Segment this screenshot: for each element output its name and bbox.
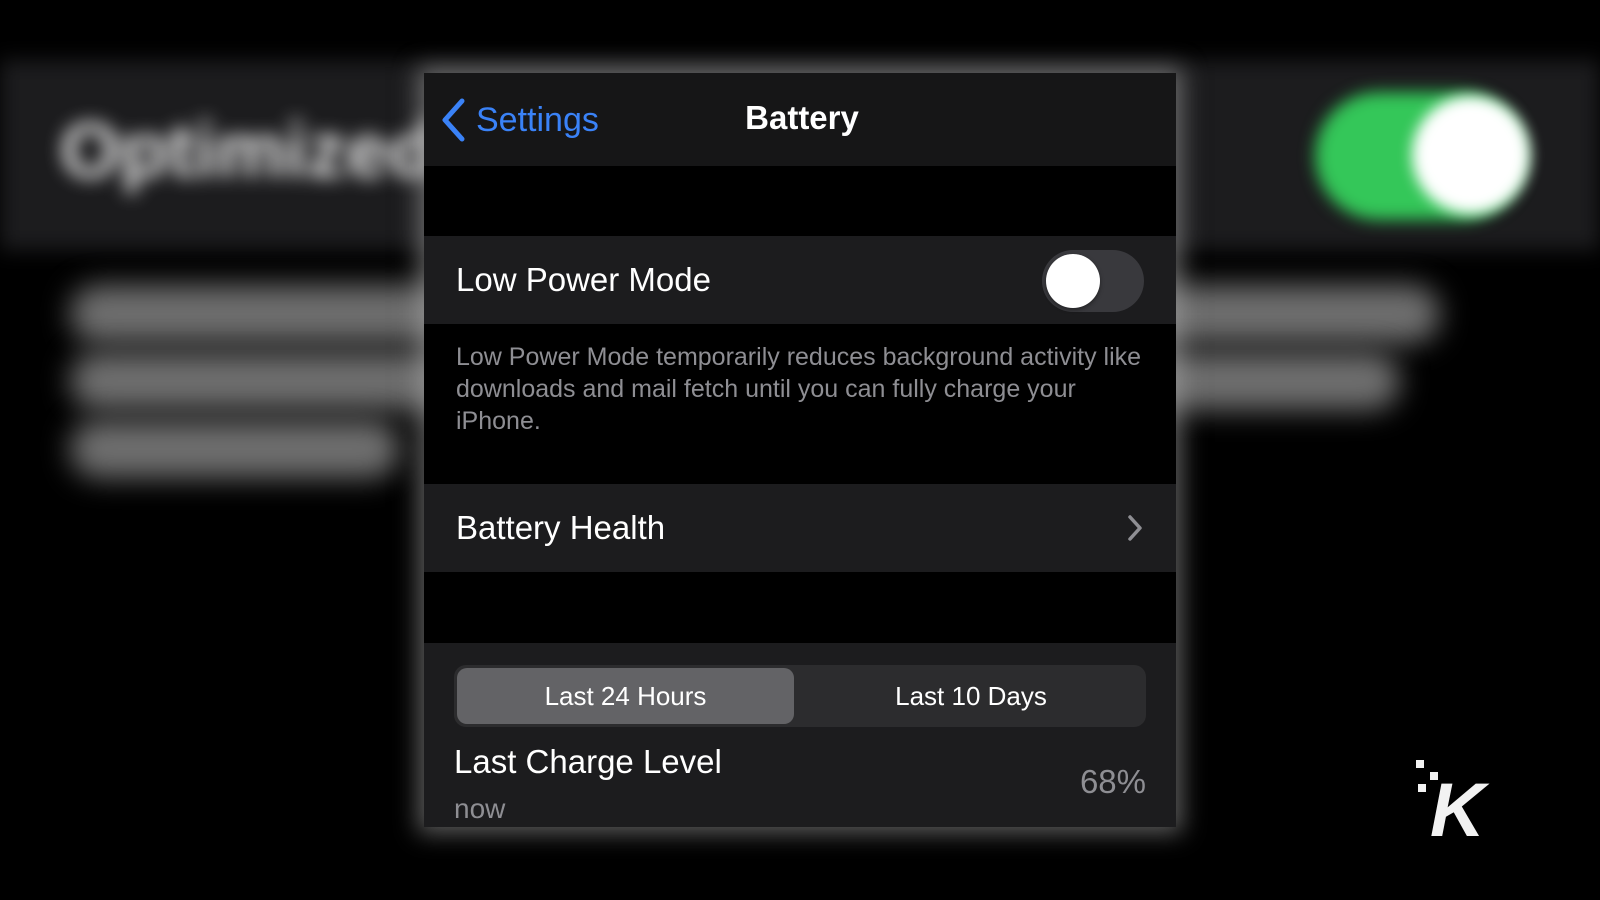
watermark-letter: K xyxy=(1430,768,1490,848)
page-title: Battery xyxy=(745,99,859,136)
battery-settings-panel: Settings Battery Low Power Mode Low Powe… xyxy=(424,73,1176,827)
chevron-right-icon xyxy=(1128,515,1142,541)
last-charge-time: now xyxy=(454,793,506,824)
last-charge-level-label: Last Charge Level xyxy=(454,743,722,780)
low-power-mode-label: Low Power Mode xyxy=(456,261,711,298)
navigation-bar: Settings Battery xyxy=(424,73,1176,166)
time-range-segmented-control: Last 24 Hours Last 10 Days xyxy=(454,665,1146,727)
blurred-toggle-knob xyxy=(1412,96,1530,214)
segment-last-10-days[interactable]: Last 10 Days xyxy=(799,668,1143,724)
low-power-mode-footnote: Low Power Mode temporarily reduces backg… xyxy=(456,343,1142,435)
toggle-knob xyxy=(1046,254,1100,308)
low-power-mode-toggle[interactable] xyxy=(1042,250,1144,312)
blurred-text-line xyxy=(70,420,400,478)
battery-health-label: Battery Health xyxy=(456,509,666,546)
watermark-logo: K xyxy=(1416,760,1490,848)
segment-last-24-hours[interactable]: Last 24 Hours xyxy=(457,668,794,724)
last-charge-value: 68% xyxy=(1079,763,1146,800)
battery-health-row[interactable]: Battery Health xyxy=(424,484,1176,572)
battery-usage-section: Last 24 Hours Last 10 Days Last Charge L… xyxy=(424,643,1176,827)
low-power-mode-row: Low Power Mode xyxy=(424,236,1176,324)
blurred-title-text: Optimized xyxy=(60,106,438,194)
